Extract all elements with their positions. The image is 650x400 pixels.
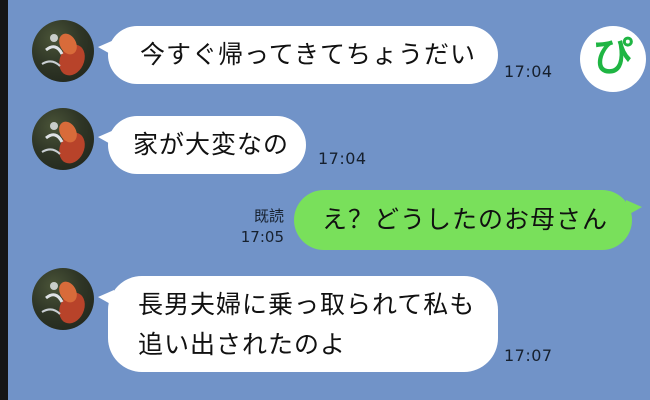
leaf-photo-icon [41,121,85,164]
leaf-photo-icon [41,33,85,76]
message-time: 17:05 [240,228,284,246]
leaf-photo-icon [41,281,85,324]
message-bubble-4[interactable]: 長男夫婦に乗っ取られて私も 追い出されたのよ [98,276,498,372]
message-text: え？どうしたのお母さん [322,205,609,234]
message-bubble-3[interactable]: え？どうしたのお母さん [294,190,642,250]
message-time: 17:04 [318,149,367,168]
read-label: 既読 [253,207,284,225]
message-bubble-2[interactable]: 家が大変なの [98,116,306,174]
app-logo-badge: ぴ [580,26,646,92]
message-time: 17:07 [504,346,553,365]
chat-area: 今すぐ帰ってきてちょうだい 17:04 家が大変なの 17:04 既読 17:0… [8,0,650,400]
app-logo-icon: ぴ [593,34,633,80]
sender-avatar[interactable] [32,20,94,82]
message-text: 家が大変なの [133,130,290,159]
message-time: 17:04 [504,62,553,81]
sender-avatar[interactable] [32,268,94,330]
message-text-line-2: 追い出されたのよ [138,330,347,359]
sender-avatar[interactable] [32,108,94,170]
read-receipt: 既読 17:05 [234,206,284,248]
message-text: 今すぐ帰ってきてちょうだい [140,40,477,69]
message-text-line-1: 長男夫婦に乗っ取られて私も [138,290,476,319]
message-bubble-1[interactable]: 今すぐ帰ってきてちょうだい [98,26,498,84]
